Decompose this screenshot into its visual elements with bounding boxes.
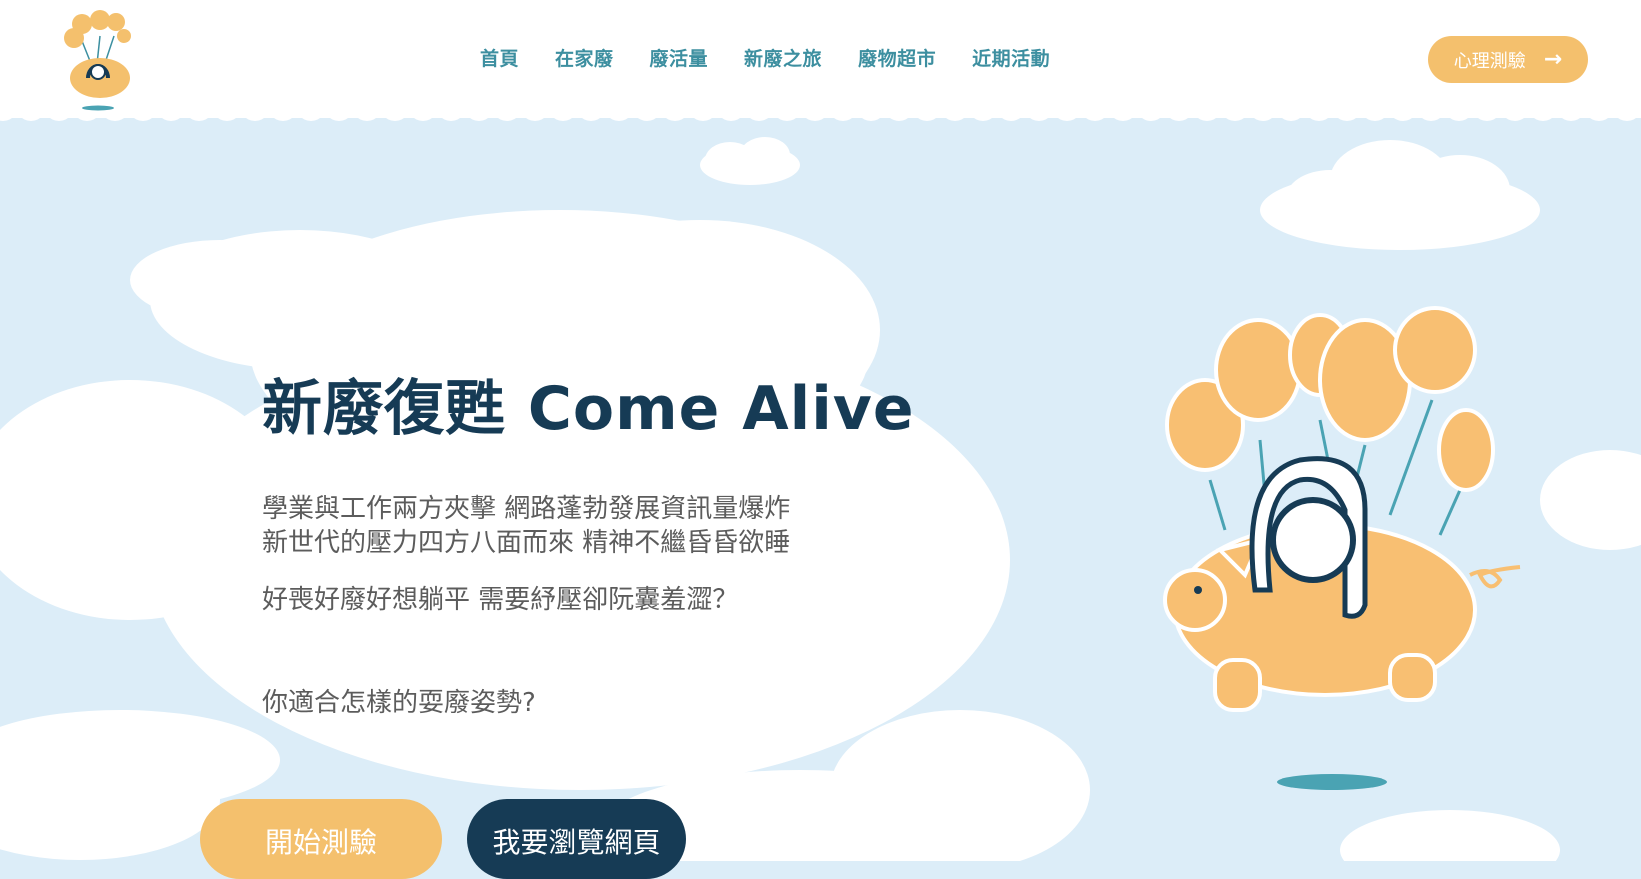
nav-jin-qi-huo-dong[interactable]: 近期活動: [972, 44, 1050, 71]
nav-fei-huo-liang[interactable]: 廢活量: [650, 44, 709, 71]
nav-fei-wu-chao-shi[interactable]: 廢物超市: [858, 44, 936, 71]
flying-pig-illustration: [1163, 306, 1521, 790]
site-header: 首頁 在家廢 廢活量 新廢之旅 廢物超市 近期活動 心理測驗 →: [0, 0, 1641, 118]
nav-zai-jia-fei[interactable]: 在家廢: [555, 44, 614, 71]
logo-icon[interactable]: [52, 6, 142, 114]
quiz-button-label: 心理測驗: [1453, 50, 1526, 72]
main-nav: 首頁 在家廢 廢活量 新廢之旅 廢物超市 近期活動: [480, 44, 1086, 71]
browse-site-button[interactable]: 我要瀏覽網頁: [467, 799, 686, 879]
hero-intro: 學業與工作兩方夾擊 網路蓬勃發展資訊量爆炸 新世代的壓力四方八面而來 精神不繼昏…: [262, 492, 790, 560]
hero-line-3: 好喪好廢好想躺平 需要紓壓卻阮囊羞澀？: [262, 585, 739, 615]
arrow-right-icon: →: [1543, 47, 1563, 72]
hero-line-2: 新世代的壓力四方八面而來 精神不繼昏昏欲睡: [262, 528, 791, 558]
nav-xin-fei-zhi-lv[interactable]: 新廢之旅: [744, 44, 822, 71]
psych-quiz-button[interactable]: 心理測驗 →: [1428, 36, 1588, 83]
start-quiz-button[interactable]: 開始測驗: [200, 799, 442, 879]
hero-title: 新廢復甦 Come Alive: [262, 374, 915, 444]
hero-question: 你適合怎樣的耍廢姿勢?: [262, 688, 536, 718]
hero-title-wrap: 新廢復甦 Come Alive: [262, 360, 915, 447]
hero-line-1: 學業與工作兩方夾擊 網路蓬勃發展資訊量爆炸: [262, 494, 791, 524]
nav-home[interactable]: 首頁: [480, 44, 519, 71]
